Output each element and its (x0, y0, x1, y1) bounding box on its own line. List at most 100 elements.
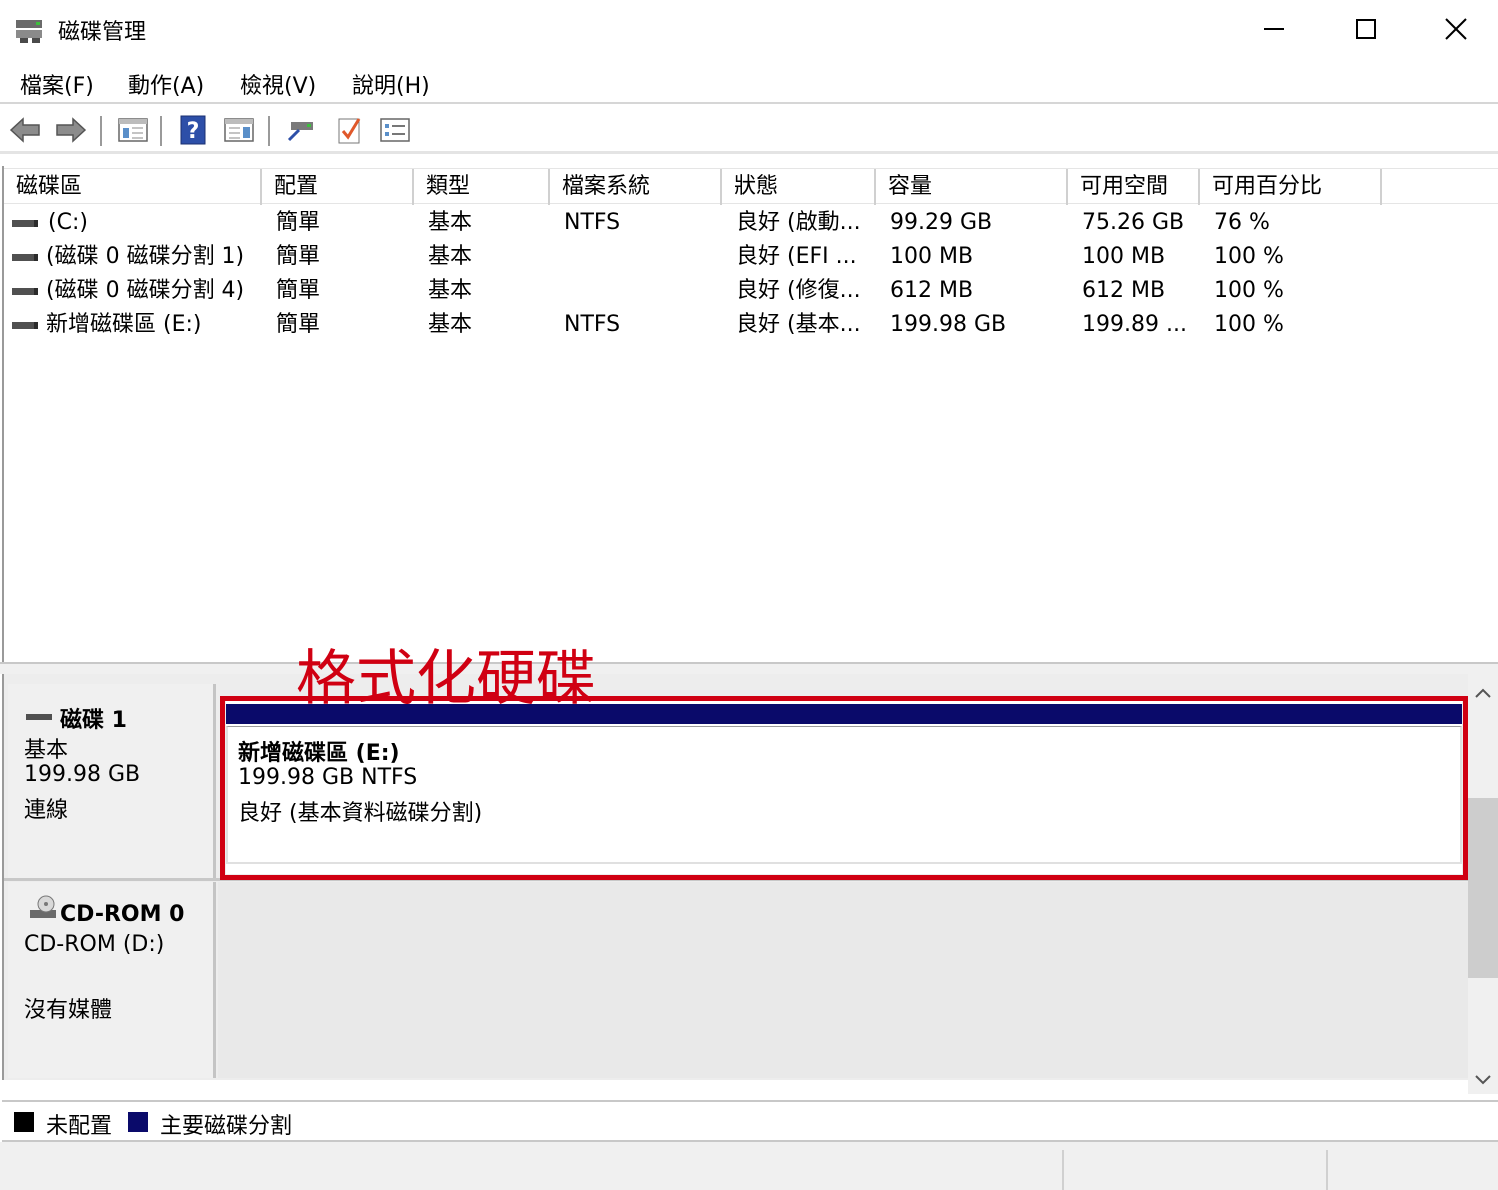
list-settings-icon (380, 118, 410, 142)
legend: 未配置 主要磁碟分割 (2, 1100, 1498, 1142)
disk-1-info[interactable]: 磁碟 1 基本 199.98 GB 連線 (8, 684, 216, 878)
disk-icon (26, 714, 52, 720)
volume-percent-free: 100 % (1214, 244, 1284, 269)
connect-disk-icon (287, 122, 313, 142)
volume-filesystem: NTFS (564, 210, 621, 235)
cdrom-icon (28, 894, 58, 928)
scroll-down-button[interactable] (1468, 1068, 1498, 1092)
column-header-layout[interactable]: 配置 (262, 169, 414, 205)
volume-type: 基本 (428, 210, 473, 235)
console-tree-icon (118, 118, 148, 142)
menu-file[interactable]: 檔案(F) (20, 68, 94, 100)
disk-pane-scrollbar[interactable] (1468, 674, 1498, 1094)
legend-label-unallocated: 未配置 (46, 1114, 113, 1139)
help-icon: ? (180, 115, 206, 145)
legend-label-primary: 主要磁碟分割 (160, 1114, 293, 1139)
scroll-thumb[interactable] (1468, 798, 1498, 978)
volume-list: 磁碟區 配置 類型 檔案系統 狀態 容量 可用空間 可用百分比 (C:) 簡單 … (2, 166, 1498, 662)
volume-layout: 簡單 (276, 312, 321, 337)
volume-percent-free: 100 % (1214, 312, 1284, 337)
list-settings-button[interactable] (378, 114, 412, 146)
volume-capacity: 612 MB (890, 278, 974, 303)
scroll-up-button[interactable] (1468, 678, 1498, 708)
column-header-type[interactable]: 類型 (414, 169, 550, 205)
title-bar: 磁碟管理 (0, 0, 1498, 58)
volume-name: (磁碟 0 磁碟分割 1) (46, 244, 245, 269)
window-title: 磁碟管理 (58, 20, 147, 45)
forward-icon (56, 117, 87, 143)
volume-free-space: 612 MB (1082, 278, 1166, 303)
volume-name: 新增磁碟區 (E:) (46, 312, 202, 337)
back-button[interactable] (8, 114, 42, 146)
volume-type: 基本 (428, 312, 473, 337)
cdrom-0-area[interactable] (218, 882, 1470, 1078)
toolbar-separator (160, 116, 162, 146)
column-header-row: 磁碟區 配置 類型 檔案系統 狀態 容量 可用空間 可用百分比 (4, 168, 1498, 205)
status-bar (0, 1142, 1498, 1190)
toolbar-separator (268, 116, 270, 146)
cdrom-0-status: 沒有媒體 (24, 998, 113, 1023)
volume-filesystem: NTFS (564, 312, 621, 337)
volume-status: 良好 (修復... (736, 278, 861, 303)
pane-splitter[interactable] (0, 662, 1498, 674)
check-button[interactable] (332, 114, 366, 146)
volume-percent-free: 100 % (1214, 278, 1284, 303)
menu-help[interactable]: 說明(H) (352, 68, 430, 100)
column-header-status[interactable]: 狀態 (722, 169, 876, 205)
volume-icon (12, 322, 38, 329)
legend-swatch-unallocated (14, 1112, 34, 1132)
menu-bar: 檔案(F) 動作(A) 檢視(V) 說明(H) (0, 58, 1498, 104)
menu-action[interactable]: 動作(A) (128, 68, 204, 100)
toolbar-separator (100, 116, 102, 146)
table-row[interactable]: (C:) 簡單 基本 NTFS 良好 (啟動... 99.29 GB 75.26… (4, 206, 1498, 240)
status-bar-divider (1062, 1150, 1064, 1190)
disk-management-icon (14, 16, 46, 44)
chevron-down-icon (1475, 1075, 1491, 1085)
column-header-volume[interactable]: 磁碟區 (4, 169, 262, 205)
volume-icon (12, 220, 38, 227)
table-row[interactable]: (磁碟 0 磁碟分割 4) 簡單 基本 良好 (修復... 612 MB 612… (4, 274, 1498, 308)
column-header-filesystem[interactable]: 檔案系統 (550, 169, 722, 205)
close-icon (1445, 18, 1467, 40)
volume-status: 良好 (基本... (736, 312, 861, 337)
column-header-capacity[interactable]: 容量 (876, 169, 1068, 205)
svg-text:?: ? (187, 119, 200, 144)
check-icon (338, 118, 361, 144)
toolbar: ? (0, 106, 1498, 154)
table-row[interactable]: (磁碟 0 磁碟分割 1) 簡單 基本 良好 (EFI ... 100 MB 1… (4, 240, 1498, 274)
volume-capacity: 99.29 GB (890, 210, 993, 235)
properties-view-button[interactable] (222, 114, 256, 146)
volume-layout: 簡單 (276, 244, 321, 269)
connect-disk-button[interactable] (284, 114, 318, 146)
disk-1-type: 基本 (24, 738, 69, 763)
disk-1-status: 連線 (24, 798, 69, 823)
table-row[interactable]: 新增磁碟區 (E:) 簡單 基本 NTFS 良好 (基本... 199.98 G… (4, 308, 1498, 342)
menu-view[interactable]: 檢視(V) (240, 68, 316, 100)
maximize-button[interactable] (1320, 0, 1412, 58)
forward-button[interactable] (54, 114, 88, 146)
maximize-icon (1356, 19, 1376, 39)
help-button[interactable]: ? (176, 114, 210, 146)
volume-free-space: 199.89 ... (1082, 312, 1187, 337)
volume-type: 基本 (428, 244, 473, 269)
cdrom-0-info[interactable]: CD-ROM 0 CD-ROM (D:) 沒有媒體 (8, 882, 216, 1078)
legend-swatch-primary (128, 1112, 148, 1132)
volume-type: 基本 (428, 278, 473, 303)
annotation-label: 格式化硬碟 (296, 644, 596, 714)
console-tree-button[interactable] (116, 114, 150, 146)
column-header-percent-free[interactable]: 可用百分比 (1200, 169, 1382, 205)
minimize-button[interactable] (1228, 0, 1320, 58)
volume-status: 良好 (EFI ... (736, 244, 857, 269)
minimize-icon (1264, 28, 1284, 30)
cdrom-0-name: CD-ROM 0 (60, 902, 185, 927)
volume-free-space: 100 MB (1082, 244, 1166, 269)
volume-layout: 簡單 (276, 210, 321, 235)
volume-free-space: 75.26 GB (1082, 210, 1185, 235)
column-header-free-space[interactable]: 可用空間 (1068, 169, 1200, 205)
volume-icon (12, 288, 38, 295)
close-button[interactable] (1410, 0, 1498, 58)
volume-icon (12, 254, 38, 261)
annotation-highlight-box (220, 696, 1468, 880)
back-icon (9, 117, 40, 143)
volume-capacity: 100 MB (890, 244, 974, 269)
